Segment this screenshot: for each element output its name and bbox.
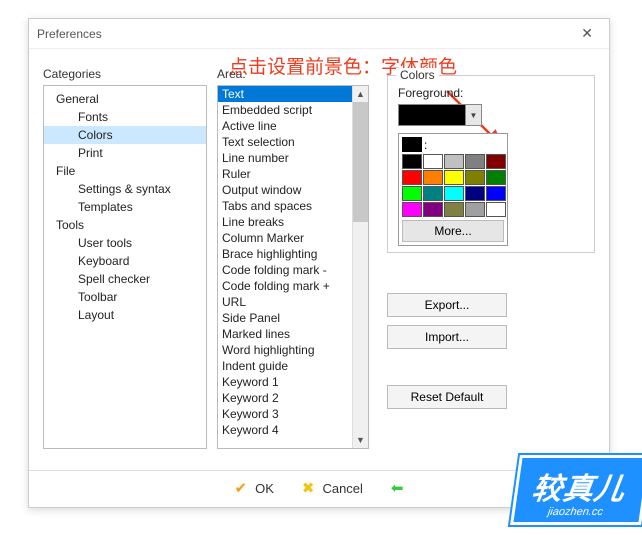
colors-group: Colors Foreground: ▼ : More... [387, 75, 595, 253]
x-icon: ✖ [302, 479, 315, 497]
area-item[interactable]: Embedded script [218, 102, 352, 118]
area-item[interactable]: Keyword 3 [218, 406, 352, 422]
color-swatch[interactable] [486, 202, 506, 217]
area-item[interactable]: Side Panel [218, 310, 352, 326]
ok-button[interactable]: ✔OK [235, 479, 274, 497]
area-item[interactable]: Code folding mark + [218, 278, 352, 294]
color-swatch[interactable] [402, 202, 422, 217]
area-item[interactable]: Ruler [218, 166, 352, 182]
area-item[interactable]: Keyword 4 [218, 422, 352, 438]
color-swatch[interactable] [444, 202, 464, 217]
foreground-color-combo[interactable]: ▼ [398, 104, 482, 126]
right-column: Colors Foreground: ▼ : More... Export...… [379, 67, 595, 449]
categories-tree[interactable]: GeneralFontsColorsPrintFileSettings & sy… [43, 85, 207, 449]
watermark-main: 较真儿 [529, 464, 628, 508]
tree-child[interactable]: Settings & syntax [44, 180, 206, 198]
more-colors-button[interactable]: More... [402, 220, 504, 242]
area-column: Area: TextEmbedded scriptActive lineText… [217, 67, 369, 449]
tree-child[interactable]: Print [44, 144, 206, 162]
area-item[interactable]: Marked lines [218, 326, 352, 342]
close-icon[interactable]: ✕ [573, 23, 601, 44]
titlebar: Preferences ✕ [29, 19, 609, 49]
tree-child[interactable]: User tools [44, 234, 206, 252]
area-item[interactable]: URL [218, 294, 352, 310]
area-item[interactable]: Indent guide [218, 358, 352, 374]
categories-column: Categories GeneralFontsColorsPrintFileSe… [43, 67, 207, 449]
back-button[interactable]: ⬅ [391, 479, 404, 497]
arrow-left-icon: ⬅ [391, 479, 404, 497]
tree-child[interactable]: Layout [44, 306, 206, 324]
color-swatch[interactable] [423, 154, 443, 169]
dialog-title: Preferences [37, 27, 102, 41]
tree-parent[interactable]: General [44, 90, 206, 108]
area-item[interactable]: Keyword 2 [218, 390, 352, 406]
scroll-down-icon[interactable]: ▼ [353, 432, 368, 448]
color-palette: : More... [398, 133, 508, 246]
area-item[interactable]: Keyword 1 [218, 374, 352, 390]
tree-child[interactable]: Spell checker [44, 270, 206, 288]
tree-child[interactable]: Keyboard [44, 252, 206, 270]
swatch-auto[interactable] [402, 137, 422, 152]
area-item[interactable]: Line number [218, 150, 352, 166]
color-swatch[interactable] [465, 170, 485, 185]
color-swatch[interactable] [465, 154, 485, 169]
color-swatch[interactable] [486, 186, 506, 201]
color-swatch[interactable] [402, 154, 422, 169]
area-item[interactable]: Column Marker [218, 230, 352, 246]
area-item[interactable]: Word highlighting [218, 342, 352, 358]
tree-parent[interactable]: File [44, 162, 206, 180]
color-swatch[interactable] [486, 154, 506, 169]
reset-default-button[interactable]: Reset Default [387, 385, 507, 409]
area-item[interactable]: Brace highlighting [218, 246, 352, 262]
palette-separator: : [424, 138, 427, 152]
color-swatch[interactable] [465, 186, 485, 201]
area-item[interactable]: Text selection [218, 134, 352, 150]
area-listbox[interactable]: TextEmbedded scriptActive lineText selec… [217, 85, 369, 449]
tree-parent[interactable]: Tools [44, 216, 206, 234]
color-swatch[interactable] [486, 170, 506, 185]
chevron-down-icon[interactable]: ▼ [465, 105, 481, 125]
color-swatch[interactable] [444, 154, 464, 169]
color-swatch[interactable] [465, 202, 485, 217]
color-swatch[interactable] [423, 170, 443, 185]
preferences-dialog: Preferences ✕ 点击设置前景色：字体颜色 Categories Ge… [28, 18, 610, 508]
import-button[interactable]: Import... [387, 325, 507, 349]
area-item[interactable]: Active line [218, 118, 352, 134]
categories-label: Categories [43, 67, 207, 81]
foreground-label: Foreground: [398, 86, 584, 100]
colors-group-title: Colors [396, 68, 439, 82]
color-swatch[interactable] [423, 202, 443, 217]
cancel-button[interactable]: ✖Cancel [302, 479, 363, 497]
scroll-thumb[interactable] [353, 102, 368, 222]
tree-child[interactable]: Colors [44, 126, 206, 144]
export-button[interactable]: Export... [387, 293, 507, 317]
tree-child[interactable]: Toolbar [44, 288, 206, 306]
check-icon: ✔ [235, 479, 248, 497]
color-swatch[interactable] [402, 186, 422, 201]
tree-child[interactable]: Fonts [44, 108, 206, 126]
tree-child[interactable]: Templates [44, 198, 206, 216]
watermark: 较真儿 jiaozhen.cc [510, 455, 642, 525]
area-scrollbar[interactable]: ▲ ▼ [352, 86, 368, 448]
area-item[interactable]: Tabs and spaces [218, 198, 352, 214]
area-item[interactable]: Output window [218, 182, 352, 198]
color-swatch[interactable] [423, 186, 443, 201]
area-item[interactable]: Code folding mark - [218, 262, 352, 278]
scroll-up-icon[interactable]: ▲ [353, 86, 368, 102]
area-item[interactable]: Line breaks [218, 214, 352, 230]
color-swatch[interactable] [402, 170, 422, 185]
color-swatch[interactable] [444, 186, 464, 201]
color-swatch[interactable] [444, 170, 464, 185]
area-item[interactable]: Text [218, 86, 352, 102]
